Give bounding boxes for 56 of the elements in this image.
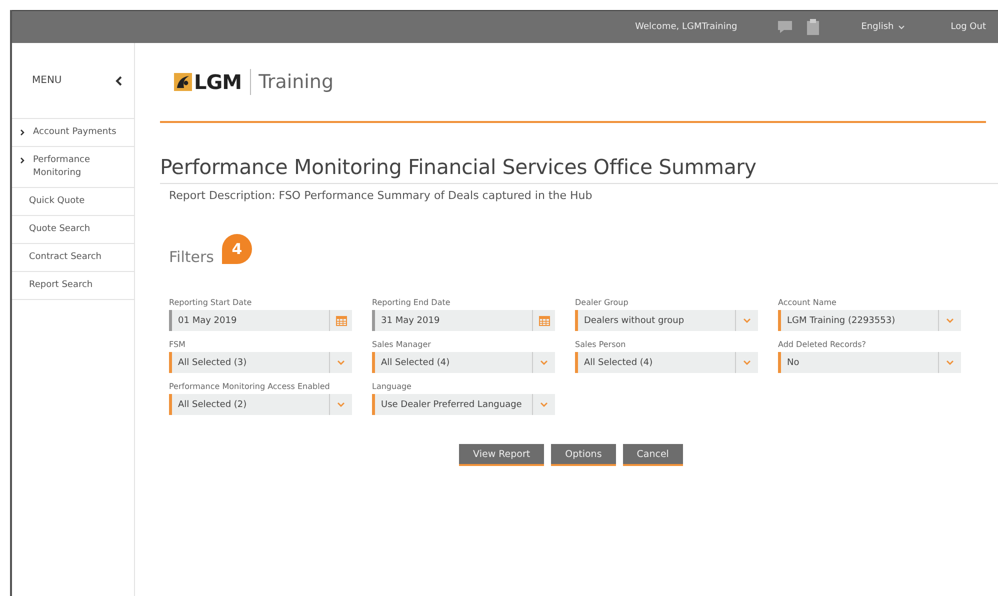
collapse-icon[interactable] (115, 76, 122, 86)
caret-icon (540, 402, 548, 407)
field-label: Performance Monitoring Access Enabled (169, 382, 331, 391)
sidebar-item[interactable]: Quote Search (12, 216, 134, 244)
select-field[interactable]: Use Dealer Preferred Language (372, 394, 555, 415)
select-field[interactable]: All Selected (4) (372, 352, 555, 373)
language-dropdown[interactable]: English (861, 22, 905, 32)
field-label: Account Name (778, 298, 838, 307)
caret-icon (540, 360, 548, 365)
select-field[interactable]: All Selected (2) (169, 394, 352, 415)
date-field[interactable]: 01 May 2019 (169, 310, 352, 331)
filters-heading: Filters (169, 248, 214, 266)
sidebar-item[interactable]: Report Search (12, 272, 134, 300)
sidebar-item[interactable]: Contract Search (12, 244, 134, 272)
caret-icon (898, 24, 905, 30)
field-label: Add Deleted Records? (778, 340, 867, 349)
date-field[interactable]: 31 May 2019 (372, 310, 555, 331)
menu-title: MENU (32, 75, 62, 86)
logo-mark-icon (174, 73, 192, 91)
select-field[interactable]: LGM Training (2293553) (778, 310, 961, 331)
logo-product: Training (258, 71, 334, 93)
select-field[interactable]: All Selected (3) (169, 352, 352, 373)
caret-icon (743, 360, 751, 365)
chevron-icon (20, 157, 25, 164)
field-label: Sales Person (575, 340, 627, 349)
step-badge: 4 (222, 234, 252, 264)
sidebar-item[interactable]: Quick Quote (12, 188, 134, 216)
field-label: Dealer Group (575, 298, 630, 307)
action-button[interactable]: Cancel (622, 444, 683, 466)
welcome-text: Welcome, LGMTraining (635, 22, 738, 32)
field-label: FSM (169, 340, 186, 349)
caret-icon (337, 402, 345, 407)
caret-icon (946, 360, 954, 365)
logo-brand: LGM (194, 70, 242, 94)
select-field[interactable]: No (778, 352, 961, 373)
caret-icon (337, 360, 345, 365)
clipboard-icon[interactable] (807, 19, 820, 35)
action-button[interactable]: Options (551, 444, 616, 466)
caret-icon (946, 318, 954, 323)
field-label: Language (372, 382, 412, 391)
report-description: Report Description: FSO Performance Summary of Deals captured in the Hub (168, 188, 594, 202)
field-label: Sales Manager (372, 340, 432, 349)
chat-icon[interactable] (777, 20, 794, 34)
logout-link[interactable]: Log Out (950, 22, 986, 32)
page-title: Performance Monitoring Financial Services Office Summary (160, 155, 998, 184)
chevron-icon (20, 129, 25, 136)
select-field[interactable]: Dealers without group (575, 310, 758, 331)
caret-icon (743, 318, 751, 323)
calendar-icon (538, 315, 550, 326)
calendar-icon (336, 315, 346, 326)
sidebar-item[interactable]: Account Payments (12, 119, 134, 147)
sidebar-item[interactable]: Performance Monitoring (12, 147, 134, 188)
field-label: Reporting End Date (372, 298, 452, 307)
select-field[interactable]: All Selected (4) (575, 352, 758, 373)
field-label: Reporting Start Date (169, 298, 253, 307)
action-button[interactable]: View Report (459, 444, 544, 466)
